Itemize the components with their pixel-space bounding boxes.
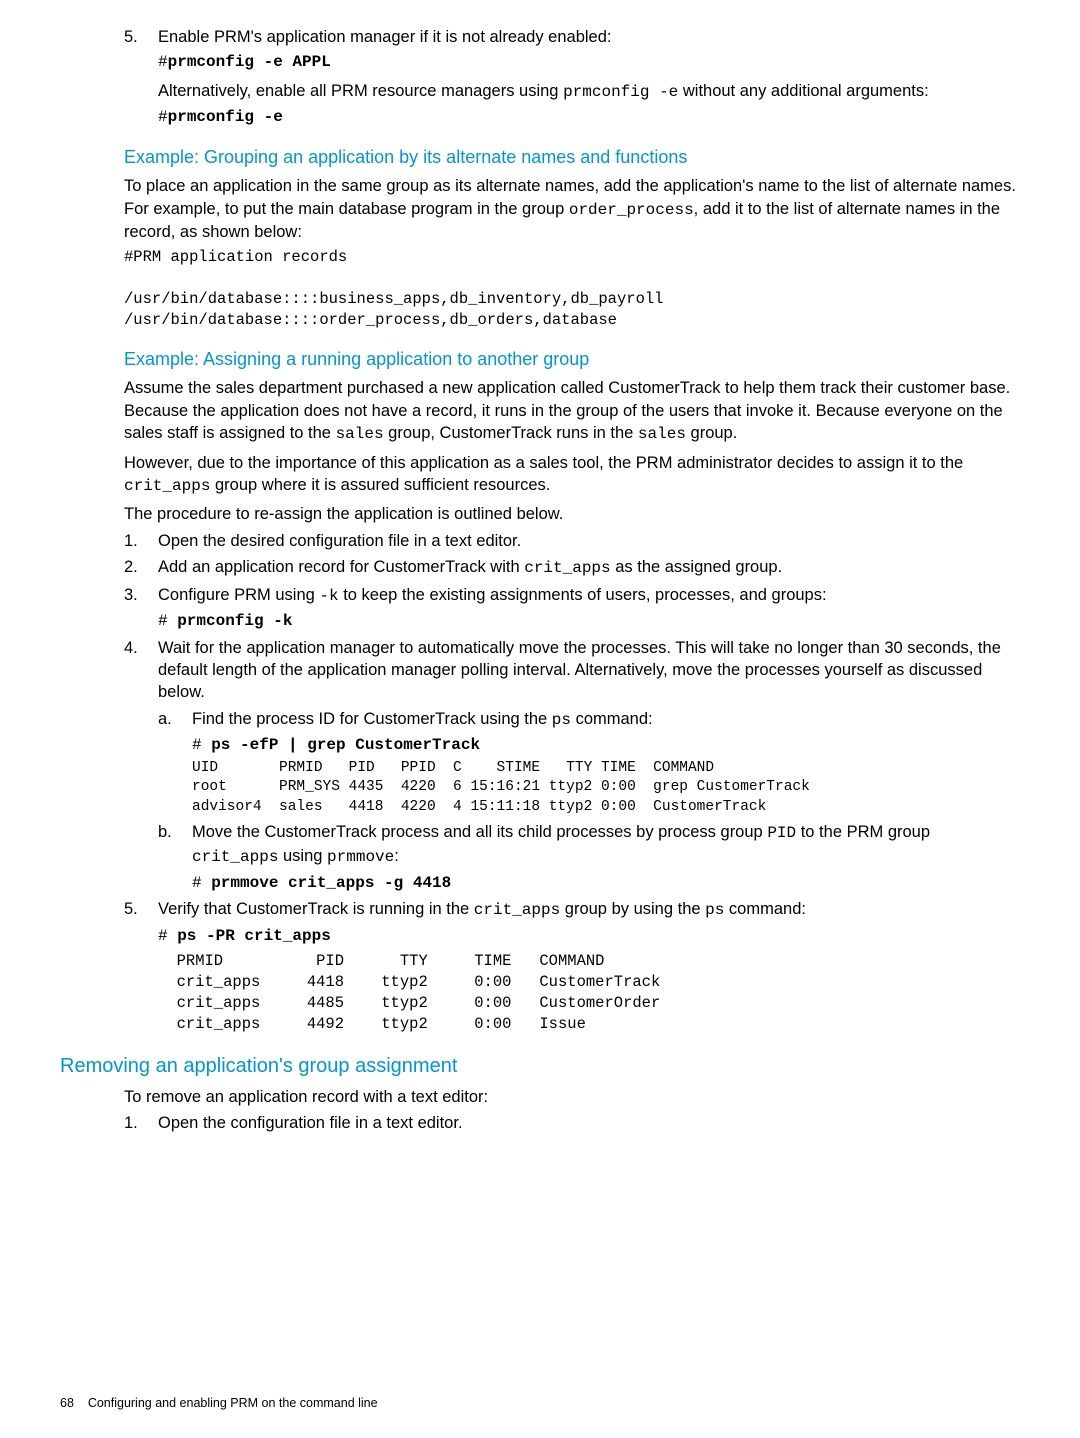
- example-heading-1: Example: Grouping an application by its …: [124, 145, 1020, 169]
- step-body: Verify that CustomerTrack is running in …: [158, 898, 1020, 1035]
- alt-text: Alternatively, enable all PRM resource m…: [158, 80, 1020, 104]
- code-line: # ps -PR crit_apps: [158, 926, 1020, 948]
- step-number: 2.: [124, 556, 158, 580]
- step-number: 1.: [124, 530, 158, 552]
- substep-number: a.: [158, 708, 192, 818]
- code-line: #prmconfig -e: [158, 107, 1020, 129]
- code-line: # ps -efP | grep CustomerTrack: [192, 735, 1020, 757]
- example-heading-2: Example: Assigning a running application…: [124, 347, 1020, 371]
- step-number: 5.: [124, 26, 158, 129]
- step-body: Open the configuration file in a text ed…: [158, 1112, 1020, 1134]
- step-text: Enable PRM's application manager if it i…: [158, 26, 1020, 48]
- ex2-step-4b: b. Move the CustomerTrack process and al…: [158, 821, 1020, 894]
- substep-body: Find the process ID for CustomerTrack us…: [192, 708, 1020, 818]
- substep-body: Move the CustomerTrack process and all i…: [192, 821, 1020, 894]
- removing-content: To remove an application record with a t…: [124, 1086, 1020, 1135]
- ex2-step-3: 3. Configure PRM using -k to keep the ex…: [124, 584, 1020, 633]
- step-5: 5. Enable PRM's application manager if i…: [124, 26, 1020, 129]
- example2-p3: The procedure to re-assign the applicati…: [124, 503, 1020, 525]
- ex2-step-5: 5. Verify that CustomerTrack is running …: [124, 898, 1020, 1035]
- step4-text: Wait for the application manager to auto…: [158, 637, 1020, 704]
- step-number: 5.: [124, 898, 158, 1035]
- step-body: Open the desired configuration file in a…: [158, 530, 1020, 552]
- ex2-step-4: 4. Wait for the application manager to a…: [124, 637, 1020, 704]
- page-number: 68: [60, 1396, 74, 1410]
- main-content: 5. Enable PRM's application manager if i…: [124, 26, 1020, 1035]
- ps-output-2: PRMID PID TTY TIME COMMAND crit_apps 441…: [158, 951, 1020, 1035]
- step-body: Add an application record for CustomerTr…: [158, 556, 1020, 580]
- step-number: 3.: [124, 584, 158, 633]
- ex2-step-4a: a. Find the process ID for CustomerTrack…: [158, 708, 1020, 818]
- ex2-step-1: 1. Open the desired configuration file i…: [124, 530, 1020, 552]
- step-number: 1.: [124, 1112, 158, 1134]
- example1-p1: To place an application in the same grou…: [124, 175, 1020, 243]
- removing-heading: Removing an application's group assignme…: [60, 1053, 1020, 1080]
- example2-p2: However, due to the importance of this a…: [124, 452, 1020, 498]
- code-line: # prmmove crit_apps -g 4418: [192, 873, 1020, 895]
- page-footer: 68 Configuring and enabling PRM on the c…: [60, 1395, 378, 1412]
- example1-code: #PRM application records /usr/bin/databa…: [124, 247, 1020, 331]
- removing-p1: To remove an application record with a t…: [124, 1086, 1020, 1108]
- ex2-step-2: 2. Add an application record for Custome…: [124, 556, 1020, 580]
- step-number: 4.: [124, 637, 158, 704]
- example2-p1: Assume the sales department purchased a …: [124, 377, 1020, 445]
- substep-number: b.: [158, 821, 192, 894]
- page: 5. Enable PRM's application manager if i…: [0, 0, 1080, 1438]
- step-body: Enable PRM's application manager if it i…: [158, 26, 1020, 129]
- footer-title: Configuring and enabling PRM on the comm…: [88, 1396, 378, 1410]
- step-body: Wait for the application manager to auto…: [158, 637, 1020, 704]
- step-body: Configure PRM using -k to keep the exist…: [158, 584, 1020, 633]
- code-line: #prmconfig -e APPL: [158, 52, 1020, 74]
- code-line: # prmconfig -k: [158, 611, 1020, 633]
- ps-output-1: UID PRMID PID PPID C STIME TTY TIME COMM…: [192, 759, 1020, 818]
- removing-step-1: 1. Open the configuration file in a text…: [124, 1112, 1020, 1134]
